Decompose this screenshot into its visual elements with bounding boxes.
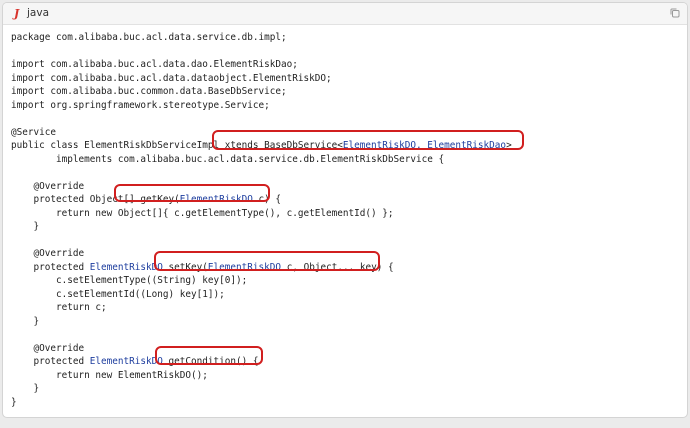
code-token: protected bbox=[11, 356, 90, 367]
code-token: getKey( bbox=[140, 194, 180, 205]
code-token: setKey( bbox=[162, 261, 208, 273]
code-token: protected Object[] bbox=[11, 194, 141, 205]
code-token: ElementRiskDO bbox=[89, 356, 163, 367]
code-line: @Override bbox=[11, 248, 85, 259]
code-block: J java package com.alibaba.buc.acl.data.… bbox=[2, 2, 688, 418]
code-token: xtends BaseDbService< bbox=[224, 140, 343, 151]
java-icon: J bbox=[14, 7, 20, 20]
code-token: c, Object... key) { bbox=[281, 261, 394, 273]
code-line: } bbox=[11, 396, 17, 408]
copy-icon[interactable] bbox=[669, 7, 681, 19]
code-line: @Service bbox=[11, 126, 57, 138]
code-line: import com.alibaba.buc.common.data.BaseD… bbox=[11, 86, 287, 97]
code-line: import com.alibaba.buc.acl.data.dataobje… bbox=[11, 72, 332, 84]
code-line: implements com.alibaba.buc.acl.data.serv… bbox=[11, 153, 445, 165]
language-label: java bbox=[27, 7, 49, 19]
code-line: protected Object[] getKey(ElementRiskDO … bbox=[11, 193, 687, 207]
code-token: ElementRiskDO, ElementRiskDao bbox=[342, 140, 507, 151]
code-line: package com.alibaba.buc.acl.data.service… bbox=[11, 32, 287, 43]
code-token: ElementRiskDO bbox=[89, 261, 163, 273]
code-token: ElementRiskDO bbox=[179, 194, 253, 205]
code-line: protected ElementRiskDO setKey(ElementRi… bbox=[11, 261, 687, 275]
code-line: @Override bbox=[11, 342, 85, 354]
code-token: public class ElementRiskDbServiceImpl bbox=[11, 140, 225, 151]
code-line: import com.alibaba.buc.acl.data.dao.Elem… bbox=[11, 59, 298, 70]
code-token: ElementRiskDO bbox=[207, 261, 282, 273]
code-token: > bbox=[506, 140, 512, 151]
code-line: return c; bbox=[11, 302, 107, 313]
code-line: return new Object[]{ c.getElementType(),… bbox=[11, 207, 394, 219]
code-line: } bbox=[11, 383, 40, 394]
code-line: import org.springframework.stereotype.Se… bbox=[11, 99, 270, 111]
code-token: c) { bbox=[252, 194, 282, 205]
code-line: } bbox=[11, 315, 40, 327]
code-line: public class ElementRiskDbServiceImpl xt… bbox=[11, 139, 687, 153]
code-line: @Override bbox=[11, 180, 85, 192]
code-content: package com.alibaba.buc.acl.data.service… bbox=[11, 31, 687, 409]
code-token: getCondition() { bbox=[162, 356, 259, 367]
code-line: return new ElementRiskDO(); bbox=[11, 369, 208, 381]
code-line: c.setElementId((Long) key[1]); bbox=[11, 288, 225, 300]
code-line: c.setElementType((String) key[0]); bbox=[11, 275, 248, 286]
code-token: protected bbox=[11, 261, 90, 273]
code-block-header: J java bbox=[3, 3, 687, 25]
code-line: } bbox=[11, 221, 40, 232]
code-line: protected ElementRiskDO getCondition() { bbox=[11, 355, 687, 369]
